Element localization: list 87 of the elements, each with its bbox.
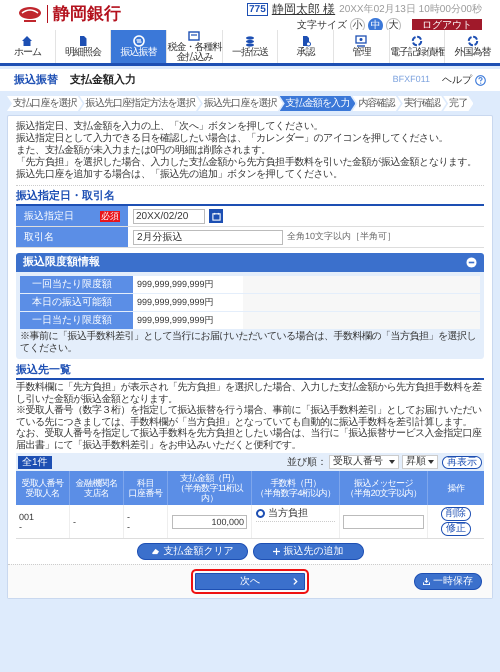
column-header: 受取人番号 受取人名 — [16, 471, 70, 505]
table-cell-text: 001 — [19, 512, 36, 522]
order-select[interactable]: 昇順 — [402, 455, 438, 469]
redisplay-button[interactable]: 再表示 — [442, 456, 482, 468]
calendar-button[interactable] — [209, 209, 223, 223]
user-name: 静岡太郎 様 — [272, 3, 336, 16]
note-text: なお、受取人番号を指定して振込手数料を先方負担としたい場合は、当行に「振込振替サービス入金指定口座届出書」にて「振込手数料差引」をお申込みいただくと便利です。 — [16, 428, 482, 451]
limit-label: 一回当たり限度額 — [20, 276, 133, 293]
section-title: 振込振替 — [14, 72, 59, 88]
help-link[interactable]: ヘルプ — [442, 72, 472, 88]
home-icon — [21, 35, 34, 47]
progress-step: 振込先口座を選択 — [198, 96, 283, 111]
column-header: 金融機関名 支店名 — [70, 471, 124, 505]
bank-logo-icon — [18, 5, 42, 23]
action-button[interactable]: 修正 — [441, 522, 471, 536]
message-input[interactable] — [343, 514, 424, 528]
limit-label: 本日の振込可能額 — [20, 294, 133, 311]
radio-button[interactable] — [256, 509, 265, 518]
calendar-icon — [212, 212, 220, 220]
save-draft-button[interactable]: 一時保存 — [414, 573, 482, 590]
nav-tab[interactable]: 電子記録債権 — [390, 30, 446, 63]
progress-step: 内容確認 — [352, 96, 401, 111]
column-header: 操作 — [446, 482, 466, 495]
page-title: 支払金額入力 — [70, 72, 136, 88]
instruction-text: 振込指定日として入力できる日を確認したい場合は、「カレンダー」のアイコンを押してください。 — [16, 133, 450, 144]
note-text: 手数料欄に「先方負担」が表示され「先方負担」を選択した場合、入力した支払金額から先方負担手数料を差し引いた金額が振込金額となります。 — [16, 382, 482, 404]
table-cell-text: - — [19, 522, 23, 532]
note-text: ※受取人番号（数字３桁）を指定して振込振替を行う場合、事前に「振込手数料差引」としてお届けいただいている先につきましては、手数料欄が「当方負担」となっていても自動的に振込手数料を差引計算します。 — [16, 405, 482, 428]
dropdown-caret-icon — [428, 460, 434, 464]
add-payee-button[interactable]: 振込先の追加 — [252, 543, 364, 560]
limit-value: 999,999,999,999円 — [133, 312, 243, 329]
table-cell-text: - — [127, 512, 131, 522]
ring-icon — [466, 35, 479, 47]
amount-input[interactable]: 100,000 — [172, 514, 247, 528]
radio-label: 当方負担 — [268, 508, 308, 519]
instruction-text: また、支払金額が未入力または0円の明細は削除されます。 — [16, 145, 272, 156]
monitor-icon — [355, 35, 368, 47]
form-label: 振込指定日 — [24, 210, 74, 224]
bank-name: 静岡銀行 — [47, 5, 121, 23]
form-label: 取引名 — [24, 230, 54, 244]
nav-tab[interactable]: 明細照会 — [56, 30, 112, 63]
instruction-text: 振込指定日、支払金額を入力の上、「次へ」ボタンを押してください。 — [16, 121, 324, 132]
progress-step: 完了 — [443, 96, 474, 111]
sort-select[interactable]: 受取人番号 — [329, 455, 399, 469]
limit-value: 999,999,999,999円 — [133, 294, 243, 311]
datetime-text: 20XX年02月13日 10時00分00秒 — [339, 4, 482, 15]
limit-label: 一日当たり限度額 — [20, 312, 133, 329]
clear-amount-button[interactable]: 支払金額クリア — [136, 543, 248, 560]
count-badge: 全1件 — [18, 456, 52, 468]
input-hint: 全角10文字以内［半角可］ — [287, 230, 396, 244]
instruction-text: 「先方負担」を選択した場合、入力した支払金額から先方負担手数料を引いた金額が振込金額となります。 — [16, 157, 478, 168]
table-cell-text: - — [73, 516, 77, 526]
help-icon — [475, 74, 486, 86]
ring-icon — [411, 35, 424, 47]
column-header: 手数料（円） （半角数字4桁以内） — [252, 471, 340, 505]
progress-step: 支払口座を選択 — [7, 96, 83, 111]
section-heading: 振込先一覧 — [16, 364, 484, 380]
document-icon — [77, 35, 89, 47]
user-badge: 775 — [247, 3, 268, 16]
font-size-label: 文字サイズ — [297, 20, 347, 31]
instruction-text: 振込先口座を追加する場合は、「振込先の追加」ボタンを押してください。 — [16, 169, 344, 181]
progress-step: 振込先口座指定方法を選択 — [80, 96, 201, 111]
progress-step: 支払金額を入力 — [280, 96, 356, 111]
limit-value: 999,999,999,999円 — [133, 276, 243, 293]
nav-tab[interactable]: 振込振替 — [111, 30, 168, 63]
download-icon — [423, 578, 430, 585]
column-header: 支払金額（円） （半角数字11桁以内） — [168, 471, 252, 505]
chevron-right-icon — [293, 578, 298, 585]
required-badge: 必須 — [100, 210, 120, 222]
bill-icon — [188, 30, 200, 42]
panel-header[interactable]: 振込限度額情報 — [16, 253, 484, 272]
column-header: 振込メッセージ （半角20文字以内） — [340, 471, 428, 505]
screen-id: BFXF011 — [392, 73, 430, 86]
transaction-name-input[interactable]: 2月分振込 — [133, 230, 283, 244]
plus-icon — [272, 548, 280, 555]
progress-step: 実行確認 — [398, 96, 446, 111]
table-cell-text: - — [127, 522, 131, 532]
limit-note: ※事前に「振込手数料差引」として当行にお届けいただいている場合は、手数料欄の「当方負担」を選択してください。 — [20, 331, 477, 355]
nav-tab[interactable]: 税金・各種料金払込み — [167, 30, 223, 63]
action-button[interactable]: 削除 — [441, 507, 471, 521]
transfer-icon — [132, 35, 145, 47]
dropdown-caret-icon — [389, 460, 395, 464]
stack-icon — [244, 35, 256, 47]
date-input[interactable]: 20XX/02/20 — [133, 208, 205, 224]
eraser-icon — [150, 548, 160, 555]
sort-label: 並び順： — [287, 456, 327, 470]
column-header: 科目 口座番号 — [124, 471, 168, 505]
